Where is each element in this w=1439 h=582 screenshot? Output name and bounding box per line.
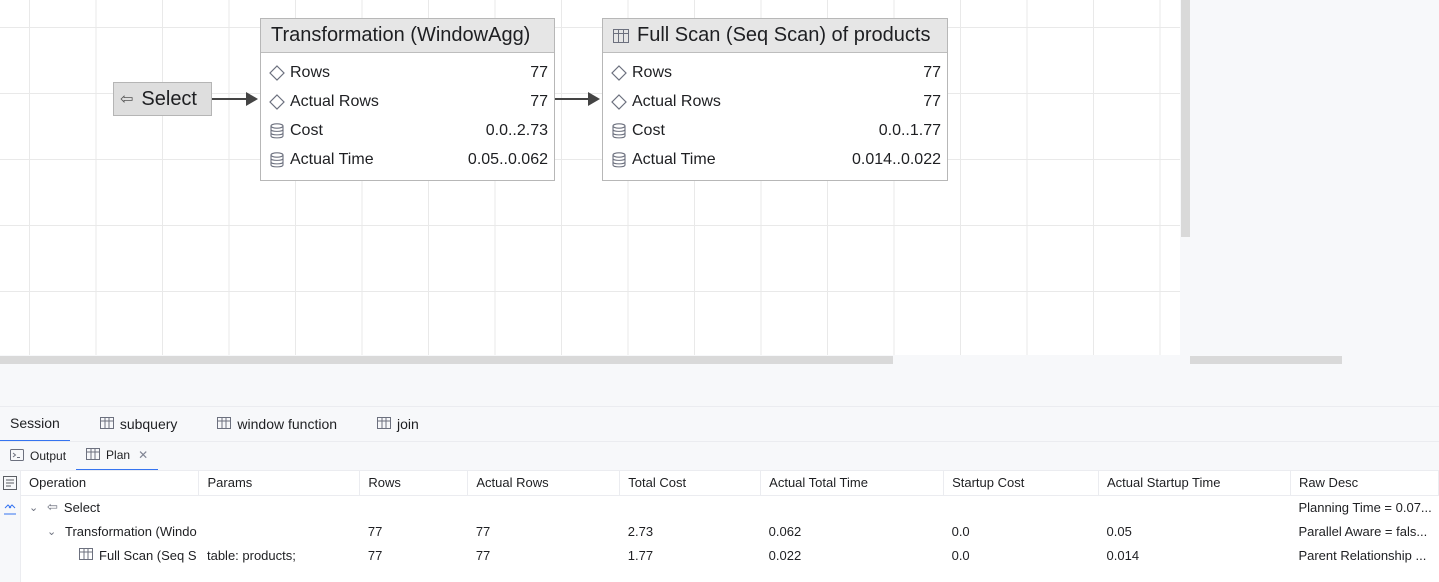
edge-arrow (212, 92, 258, 106)
plan-diagram-canvas[interactable]: ⇦ Select Transformation (WindowAgg) Rows… (0, 0, 1180, 355)
table-icon (613, 28, 629, 43)
tab-session[interactable]: Session (0, 407, 70, 442)
column-header[interactable]: Rows (359, 471, 469, 496)
column-header[interactable]: Startup Cost (943, 471, 1100, 496)
node-row-actual-rows: Actual Rows 77 (261, 87, 554, 116)
arrow-left-icon: ⇦ (120, 91, 134, 108)
database-icon (267, 151, 287, 169)
toggle-view-icon[interactable] (2, 475, 18, 491)
horizontal-scrollbar-secondary[interactable] (1190, 356, 1342, 364)
column-header[interactable]: Operation (21, 471, 200, 496)
plan-node-windowagg[interactable]: Transformation (WindowAgg) Rows 77 Actua… (260, 18, 555, 181)
diamond-icon (267, 93, 287, 111)
table-icon (377, 416, 392, 432)
table-row[interactable]: Full Scan (Seq S table: products; 77 77 … (21, 543, 1439, 567)
column-header[interactable]: Raw Desc (1290, 471, 1439, 496)
column-header[interactable]: Actual Total Time (760, 471, 945, 496)
plan-table: Operation Params Rows Actual Rows Total … (21, 471, 1439, 567)
tab-subquery[interactable]: subquery (90, 407, 188, 442)
chevron-down-icon[interactable]: ⌄ (47, 525, 59, 538)
plan-node-seq-scan[interactable]: Full Scan (Seq Scan) of products Rows 77… (602, 18, 948, 181)
table-icon (86, 447, 101, 463)
database-icon (609, 151, 629, 169)
tab-output[interactable]: Output (0, 442, 76, 471)
session-tabs: Session subquery window function join (0, 406, 1439, 442)
column-header[interactable]: Total Cost (619, 471, 762, 496)
node-title: Transformation (WindowAgg) (261, 19, 554, 53)
diamond-icon (609, 93, 629, 111)
edge-arrow (555, 92, 600, 106)
diamond-icon (267, 64, 287, 82)
tab-join[interactable]: join (367, 407, 429, 442)
operation-cell: Full Scan (Seq S (29, 547, 199, 563)
node-row-rows: Rows 77 (261, 58, 554, 87)
column-header[interactable]: Params (198, 471, 361, 496)
table-row[interactable]: ⌄ Transformation (Windo 77 77 2.73 0.062… (21, 519, 1439, 543)
database-icon (609, 122, 629, 140)
diagram-right-gutter (1180, 0, 1439, 355)
node-title: Full Scan (Seq Scan) of products (637, 24, 931, 46)
node-row-actual-rows: Actual Rows 77 (603, 87, 947, 116)
query-plan-window: ⇦ Select Transformation (WindowAgg) Rows… (0, 0, 1439, 582)
table-icon (217, 416, 232, 432)
table-header-row: Operation Params Rows Actual Rows Total … (21, 471, 1439, 496)
node-row-cost: Cost 0.0..2.73 (261, 116, 554, 145)
select-node-label: Select (141, 87, 197, 110)
plan-side-toolbar (0, 471, 21, 582)
horizontal-scrollbar[interactable] (0, 356, 893, 364)
close-icon[interactable]: ✕ (138, 448, 148, 462)
node-row-rows: Rows 77 (603, 58, 947, 87)
arrow-left-icon: ⇦ (47, 499, 58, 515)
table-row[interactable]: ⌄ ⇦ Select Planning Time = 0.07... (21, 495, 1439, 519)
table-icon (99, 416, 114, 432)
node-row-actual-time: Actual Time 0.014..0.022 (603, 145, 947, 174)
node-row-cost: Cost 0.0..1.77 (603, 116, 947, 145)
expand-all-icon[interactable] (2, 501, 18, 517)
diamond-icon (609, 64, 629, 82)
node-row-actual-time: Actual Time 0.05..0.062 (261, 145, 554, 174)
tool-window-tabs: Output Plan ✕ (0, 441, 1439, 471)
column-header[interactable]: Actual Rows (467, 471, 621, 496)
plan-table-panel: Operation Params Rows Actual Rows Total … (0, 470, 1439, 582)
node-title-row: Full Scan (Seq Scan) of products (603, 19, 947, 53)
database-icon (267, 122, 287, 140)
table-icon (79, 547, 93, 563)
vertical-scrollbar[interactable] (1181, 0, 1190, 237)
select-node[interactable]: ⇦ Select (113, 82, 212, 116)
operation-cell: ⌄ Transformation (Windo (47, 523, 197, 539)
chevron-down-icon[interactable]: ⌄ (29, 501, 41, 514)
tab-window-function[interactable]: window function (207, 407, 347, 442)
tab-plan[interactable]: Plan ✕ (76, 442, 159, 471)
column-header[interactable]: Actual Startup Time (1098, 471, 1291, 496)
operation-cell: ⌄ ⇦ Select (29, 499, 101, 515)
console-icon (10, 448, 24, 464)
